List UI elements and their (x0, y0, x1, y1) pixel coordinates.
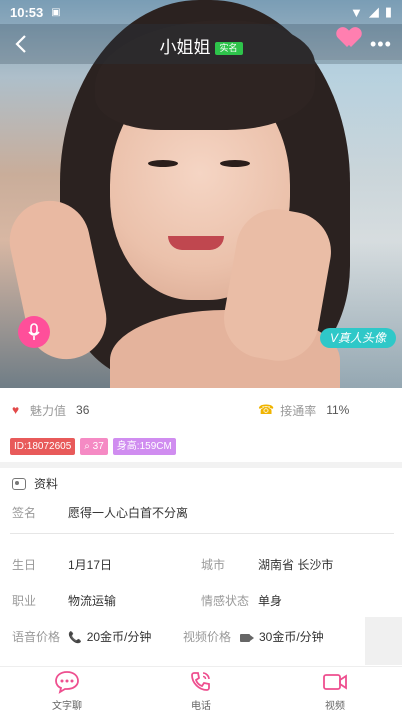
photo-eye-right (220, 160, 250, 167)
signature-label: 签名 (12, 506, 37, 520)
real-avatar-badge: V真人头像 (320, 328, 396, 348)
battery-icon: ▮ (384, 4, 392, 19)
signal-icon: ◢ (368, 4, 379, 19)
notification-icon: ▣ (51, 6, 61, 18)
relationship-status-value: 单身 (258, 594, 283, 608)
profile-section-header: 资料 (12, 475, 58, 492)
signature-value: 愿得一人心白首不分离 (68, 506, 189, 520)
count-tag: ⌕ 37 (80, 438, 108, 455)
video-call-button[interactable]: 视频 (295, 669, 375, 712)
tag-list: ID:18072605 ⌕ 37 身高:159CM (10, 438, 176, 455)
more-options-icon[interactable]: ••• (370, 34, 392, 55)
photo-mouth (168, 236, 224, 250)
charm-label: 魅力值 (30, 403, 67, 418)
bottom-action-bar: 文字聊 电话 视频 (0, 666, 402, 714)
voice-price: 📞 20金币/分钟 (68, 628, 151, 645)
city-label: 城市 (201, 558, 226, 572)
nickname: 小姐姐 (159, 38, 211, 57)
video-small-icon (240, 633, 254, 642)
phone-call-button[interactable]: 电话 (161, 669, 241, 712)
connect-label: 接通率 (280, 403, 317, 418)
side-panel-placeholder (365, 617, 402, 665)
charm-stat: ♥ 魅力值 36 (12, 402, 89, 419)
birthday-label: 生日 (12, 558, 37, 572)
divider (10, 533, 394, 534)
charm-heart-icon: ♥ (12, 403, 20, 417)
phone-icon: ☎ (258, 402, 275, 417)
connect-stat: ☎ 接通率 11% (258, 402, 349, 419)
voice-intro-button[interactable] (18, 316, 50, 348)
city-value: 湖南省 长沙市 (258, 558, 334, 572)
wifi-icon: ▼ (349, 4, 363, 20)
video-price: 30金币/分钟 (240, 628, 324, 645)
voice-price-value: 20金币/分钟 (86, 630, 152, 644)
video-price-label: 视频价格 (183, 630, 232, 644)
favorite-heart-icon[interactable] (338, 28, 360, 48)
video-camera-icon (321, 669, 349, 695)
birthday-city-row: 生日 1月17日 城市 湖南省 长沙市 (0, 556, 402, 576)
stats-row: ♥ 魅力值 36 ☎ 接通率 11% (0, 388, 402, 432)
video-price-value: 30金币/分钟 (259, 630, 324, 644)
phone-call-icon (187, 669, 215, 695)
microphone-icon (28, 323, 40, 340)
count-value: 37 (92, 441, 104, 452)
id-tag: ID:18072605 (10, 438, 76, 455)
section-divider (0, 462, 402, 468)
phone-small-icon: 📞 (68, 632, 82, 644)
verify-badge: 实名 (214, 42, 243, 56)
price-row: 语音价格 📞 20金币/分钟 视频价格 30金币/分钟 (0, 628, 402, 648)
profile-section-title: 资料 (34, 477, 59, 491)
chat-bubble-icon (53, 669, 81, 695)
relationship-status-label: 情感状态 (201, 594, 250, 608)
text-chat-label: 文字聊 (52, 701, 82, 712)
phone-call-label: 电话 (191, 701, 211, 712)
job-value: 物流运输 (68, 594, 117, 608)
charm-value: 36 (76, 403, 90, 417)
connect-value: 11% (326, 403, 350, 417)
job-status-row: 职业 物流运输 情感状态 单身 (0, 592, 402, 612)
profile-card-icon (12, 477, 26, 490)
search-icon: ⌕ (84, 441, 90, 452)
height-tag: 身高:159CM (112, 438, 176, 455)
video-call-label: 视频 (325, 701, 345, 712)
voice-price-label: 语音价格 (12, 630, 61, 644)
title-bar: 小姐姐 实名 ••• (0, 24, 402, 64)
photo-eye-left (148, 160, 178, 167)
birthday-value: 1月17日 (68, 558, 113, 572)
text-chat-button[interactable]: 文字聊 (27, 669, 107, 712)
status-time: 10:53 (10, 4, 44, 20)
job-label: 职业 (12, 594, 37, 608)
status-bar: 10:53 ▣ ▼ ◢ ▮ (0, 0, 402, 24)
signature-row: 签名 愿得一人心白首不分离 (12, 504, 188, 521)
